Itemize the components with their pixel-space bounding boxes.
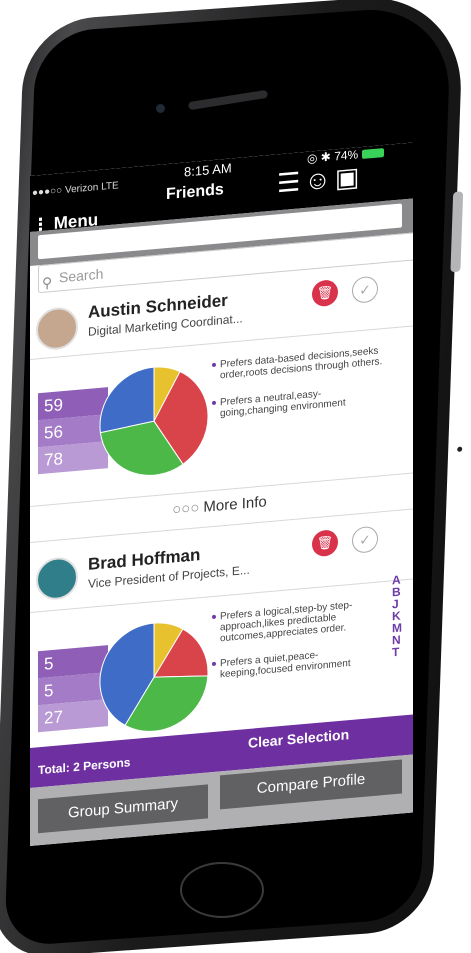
stage: ●●●○○ Verizon LTE 8:15 AM ◎ ✱ 74% ⋮ Menu… — [0, 0, 471, 953]
front-camera — [156, 104, 165, 113]
header-icons: ☰ ☺ ▣ — [277, 161, 363, 200]
battery-icon — [361, 148, 384, 160]
search-placeholder: Search — [59, 265, 104, 286]
personality-pie-chart — [99, 622, 209, 732]
avatar — [36, 305, 78, 352]
select-check[interactable]: ✓ — [352, 525, 378, 554]
avatar — [36, 555, 78, 602]
trait-legend: Prefers a logical,step-by step-approach,… — [212, 597, 387, 695]
trait-item: Prefers a quiet,peace-keeping,focused en… — [212, 644, 387, 681]
alphabet-letter[interactable]: T — [392, 645, 402, 660]
home-button[interactable] — [180, 862, 264, 918]
save-icon[interactable]: ▣ — [335, 161, 360, 194]
group-summary-button[interactable]: Group Summary — [38, 784, 208, 834]
page-title: Friends — [166, 181, 224, 204]
dots-icon: ○○○ — [172, 499, 200, 519]
personality-pie-chart — [99, 366, 209, 476]
status-time: 8:15 AM — [184, 160, 232, 180]
trait-item: Prefers data-based decisions,seeks order… — [212, 345, 387, 382]
alphabet-index: ABJKMNT — [392, 573, 402, 660]
pie-slice — [99, 366, 155, 434]
list-icon[interactable]: ☰ — [277, 166, 300, 199]
trait-legend: Prefers data-based decisions,seeks order… — [212, 345, 387, 434]
trait-item: Prefers a logical,step-by step-approach,… — [212, 597, 387, 645]
status-carrier: ●●●○○ Verizon LTE — [32, 180, 119, 199]
total-count: Total: 2 Persons — [38, 755, 131, 778]
search-icon: ⚲ — [42, 274, 53, 291]
clear-selection-button[interactable]: Clear Selection — [248, 726, 349, 751]
app-screen: ●●●○○ Verizon LTE 8:15 AM ◎ ✱ 74% ⋮ Menu… — [30, 142, 413, 847]
group-icon[interactable]: ☺ — [304, 164, 331, 197]
delete-button[interactable]: 🗑 — [312, 529, 338, 558]
more-info-label: More Info — [203, 493, 267, 516]
trait-item: Prefers a neutral,easy-going,changing en… — [212, 383, 387, 420]
select-check[interactable]: ✓ — [352, 275, 378, 304]
side-dot — [457, 446, 463, 452]
delete-button[interactable]: 🗑 — [312, 279, 338, 308]
side-button — [450, 191, 464, 273]
